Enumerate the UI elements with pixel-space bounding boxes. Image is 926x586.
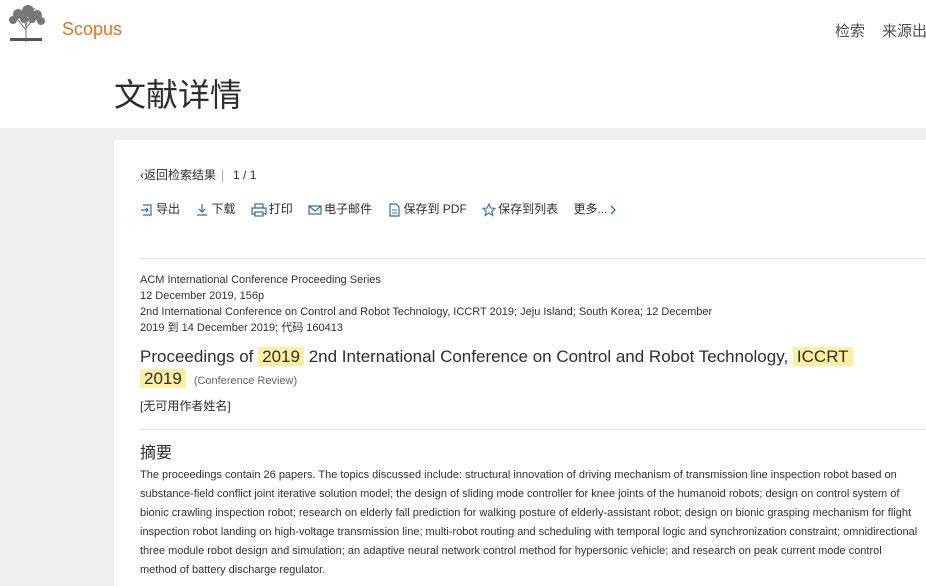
save-pdf-label: 保存到 PDF [403,202,467,216]
star-icon [481,202,497,217]
header: Scopus 检索 来源出 文献详情 [0,0,926,128]
more-button[interactable]: 更多... [573,200,619,217]
nav-search[interactable]: 检索 [835,23,865,40]
page-title: 文献详情 [114,77,243,113]
nav-sources[interactable]: 来源出 [882,23,926,40]
back-to-results-link[interactable]: ‹返回检索结果 [140,168,216,182]
title-highlight-1: 2019 [258,347,304,366]
print-icon [251,203,267,217]
pdf-icon [389,203,401,217]
download-label: 下载 [211,202,236,216]
save-to-list-label: 保存到列表 [498,202,559,216]
more-label: 更多... [573,202,608,216]
elsevier-tree-logo[interactable] [4,4,48,44]
back-label: 返回检索结果 [144,168,217,182]
divider [140,258,926,259]
top-nav: 检索 来源出 [835,20,926,41]
authors: [无可用作者姓名] [140,399,231,413]
print-label: 打印 [268,202,293,216]
document-card: ‹返回检索结果 1 / 1 导出 下载 打印 电子邮件 保存到 PDF 保存到列表… [114,140,926,586]
chevron-right-icon [610,205,616,215]
email-button[interactable]: 电子邮件 [308,200,372,217]
document-toolbar: 导出 下载 打印 电子邮件 保存到 PDF 保存到列表 更多... [140,200,632,217]
document-title: Proceedings of 2019 2nd International Co… [140,346,900,392]
export-label: 导出 [156,202,181,216]
export-icon [141,204,152,216]
save-to-list-button[interactable]: 保存到列表 [481,200,559,217]
abstract-heading: 摘要 [140,445,173,462]
download-icon [197,203,208,216]
document-type: (Conference Review) [193,375,298,387]
email-icon [308,205,322,215]
email-label: 电子邮件 [324,202,373,216]
title-text-1: Proceedings of [140,347,254,366]
title-text-2: 2nd International Conference on Control … [308,347,789,366]
series-link[interactable]: ACM International Conference Proceeding … [140,272,712,288]
print-button[interactable]: 打印 [251,200,293,217]
conference-line-2: 2019 到 14 December 2019; 代码 160413 [140,322,344,334]
save-pdf-button[interactable]: 保存到 PDF [387,200,467,217]
separator [222,168,224,183]
date-pages: 12 December 2019, 156p [140,290,265,302]
title-highlight-2: ICCRT [792,347,853,366]
document-metadata: ACM International Conference Proceeding … [140,272,712,336]
result-navigation: ‹返回检索结果 1 / 1 [140,166,256,183]
title-highlight-3: 2019 [140,369,186,388]
export-button[interactable]: 导出 [140,200,180,217]
conference-line-1: 2nd International Conference on Control … [140,306,713,318]
download-button[interactable]: 下载 [195,200,235,217]
divider [140,429,926,430]
abstract-text: The proceedings contain 26 papers. The t… [140,469,918,576]
pager: 1 / 1 [233,168,257,182]
brand-name[interactable]: Scopus [62,19,122,40]
